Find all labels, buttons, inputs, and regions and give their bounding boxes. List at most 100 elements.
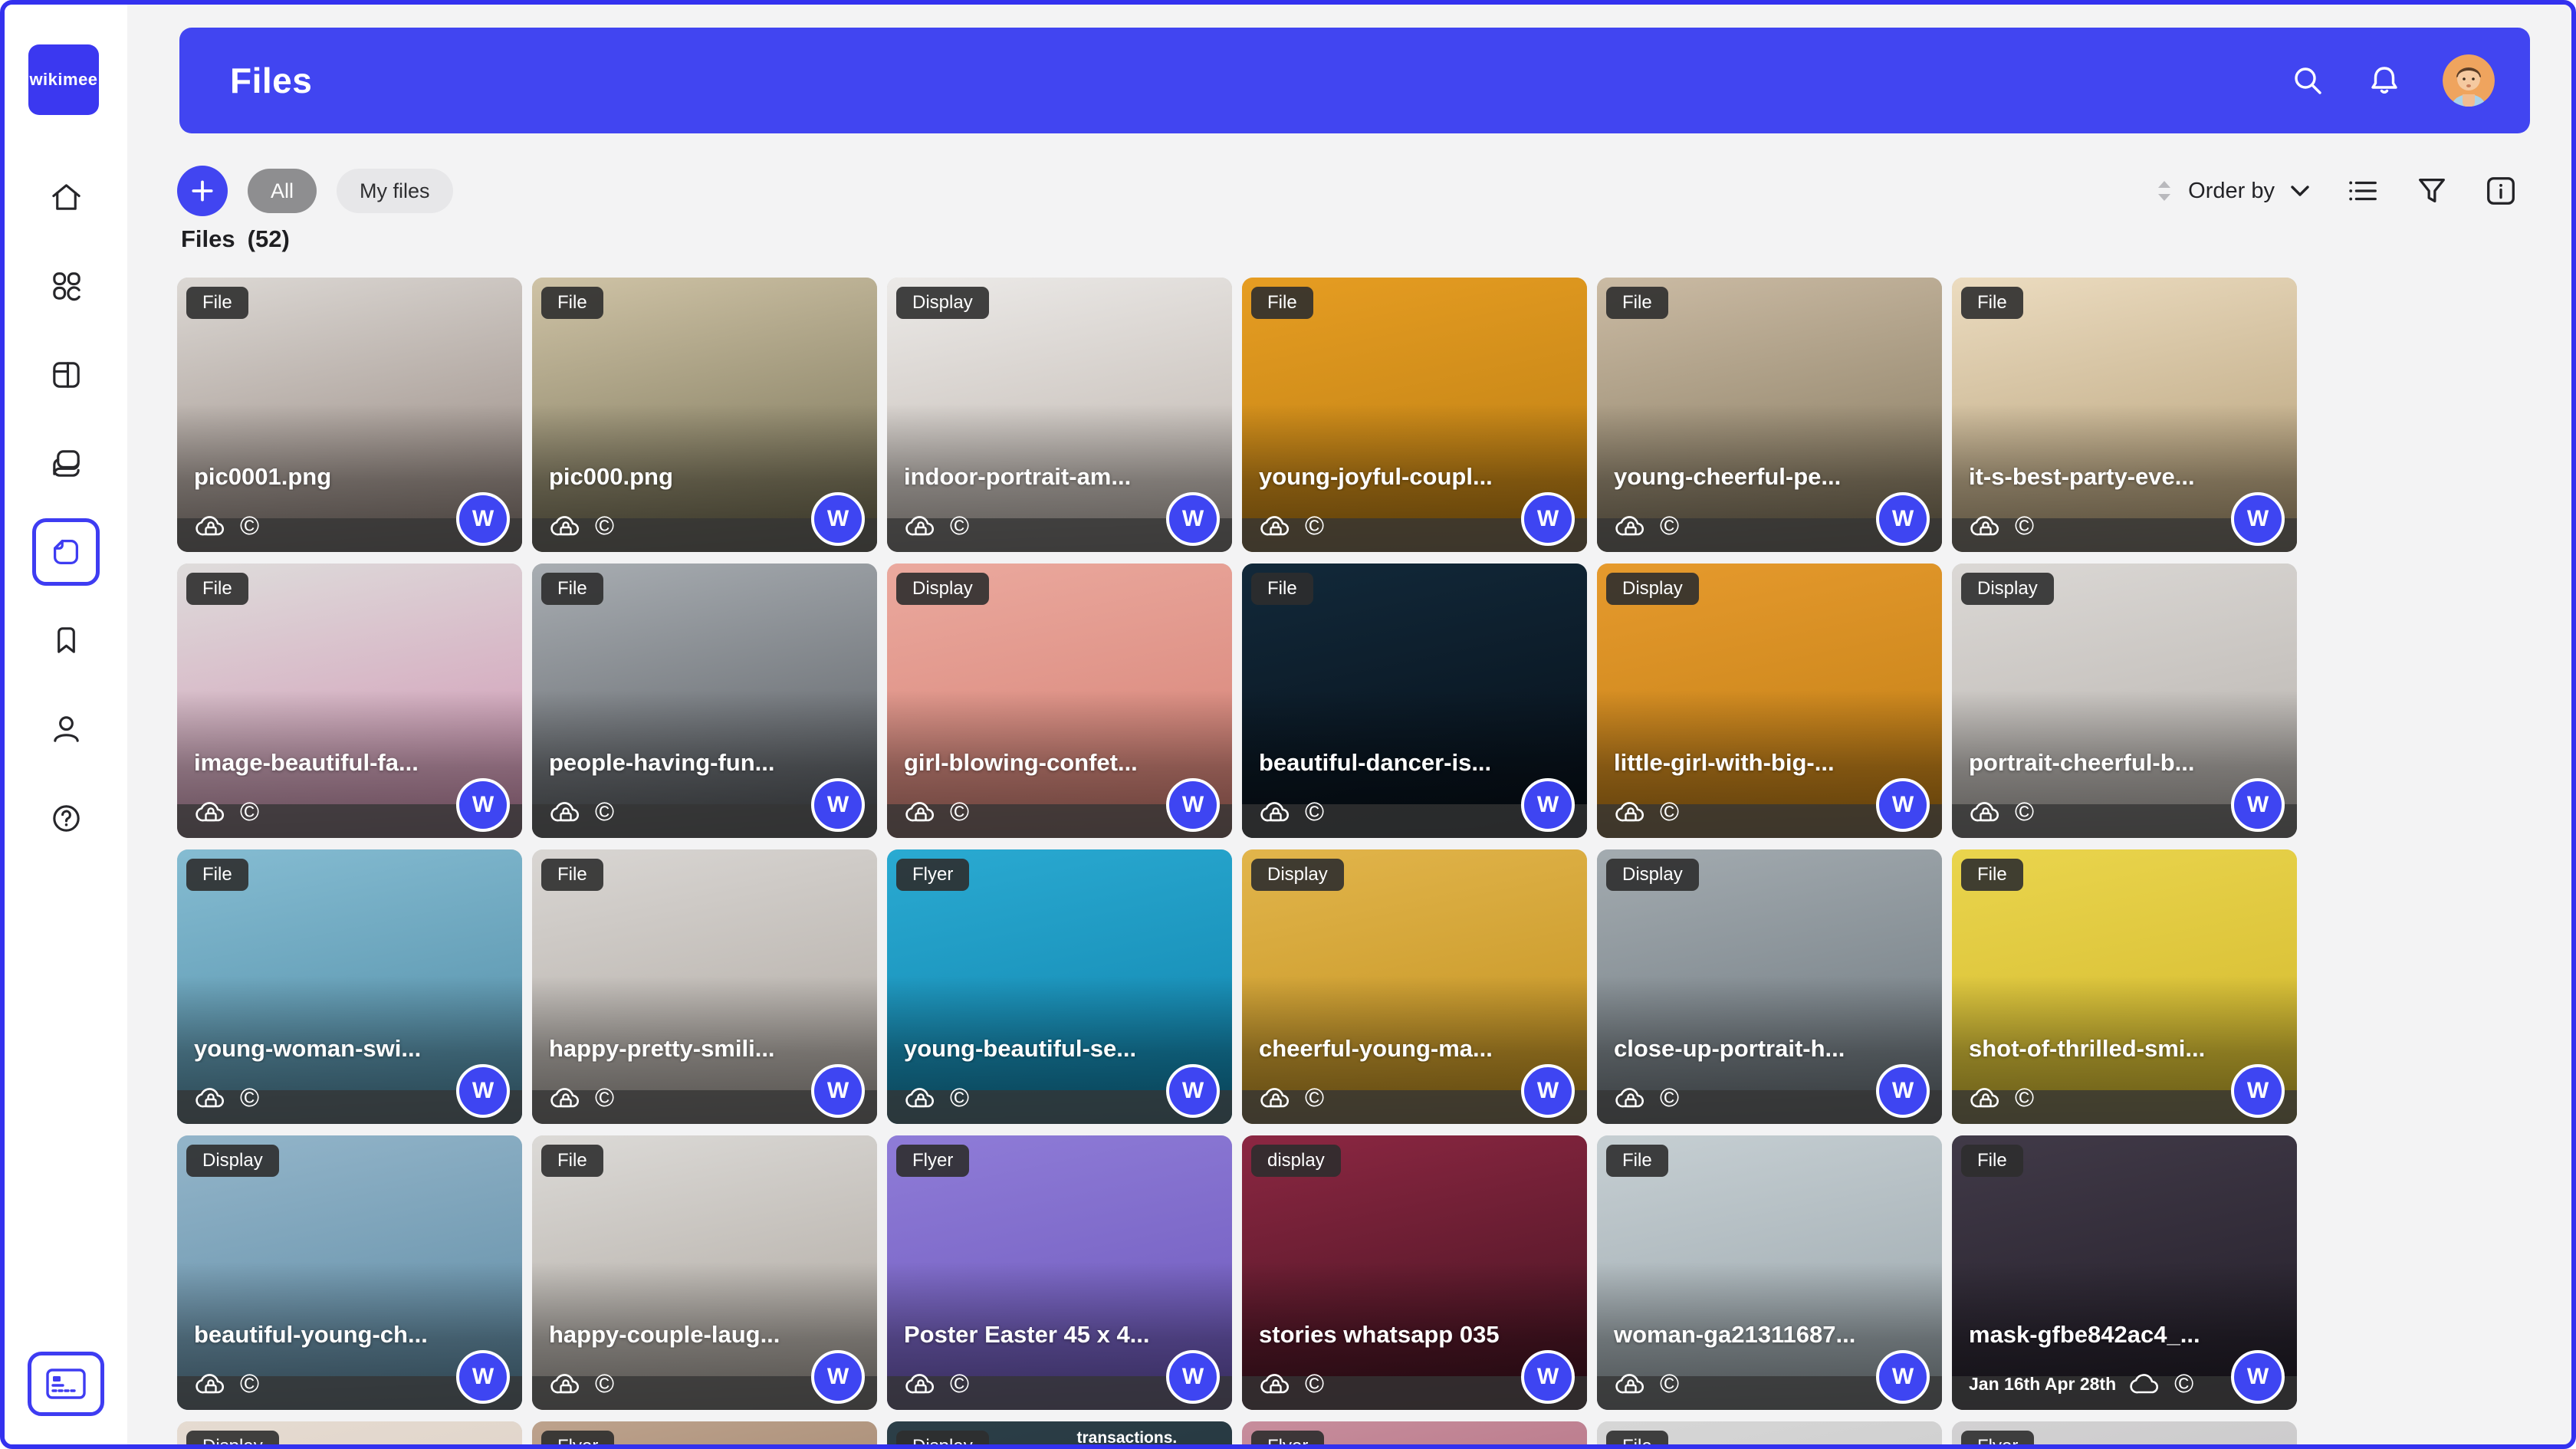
file-name: young-woman-swi... (194, 1035, 452, 1063)
sidebar-item-help[interactable] (5, 800, 127, 836)
file-card[interactable]: Display indoor-portrait-am... © W (887, 278, 1232, 552)
file-card[interactable]: File young-cheerful-pe... © W (1597, 278, 1942, 552)
lock-icon (206, 523, 216, 535)
file-card[interactable]: Display little-girl-with-big-... © W (1597, 564, 1942, 838)
file-name: mask-gfbe842ac4_... (1969, 1321, 2226, 1349)
file-type-badge: File (541, 1145, 603, 1177)
sidebar-item-templates[interactable] (5, 445, 127, 481)
workspace-w-badge: W (1166, 778, 1220, 832)
file-card[interactable]: File it-s-best-party-eve... © W (1952, 278, 2297, 552)
file-meta: © (1259, 512, 1324, 540)
chevron-down-icon (2288, 183, 2312, 199)
file-card[interactable]: Flyer Poster Easter 45 x 4... © W (887, 1135, 1232, 1410)
file-name: woman-ga21311687... (1614, 1321, 1871, 1349)
file-card[interactable]: Display girl-blowing-confet... © W (887, 564, 1232, 838)
sidebar-item-profile[interactable] (5, 711, 127, 748)
cloud-sync-icon (549, 798, 583, 826)
cloud-sync-icon (1969, 798, 2003, 826)
file-card[interactable]: Display cheerful-young-ma... © W (1242, 849, 1587, 1124)
file-card[interactable]: Display close-up-portrait-h... © W (1597, 849, 1942, 1124)
file-card[interactable]: Flyer © W (1952, 1421, 2297, 1449)
notifications-bell-icon[interactable] (2366, 62, 2403, 99)
card-icon (46, 1368, 86, 1399)
cloud-sync-icon (194, 512, 228, 540)
sidebar-bottom-card-button[interactable] (28, 1352, 104, 1416)
filter-chip-all[interactable]: All (248, 169, 317, 213)
file-card[interactable]: File happy-couple-laug... © W (532, 1135, 877, 1410)
plus-icon (187, 176, 218, 206)
file-card[interactable]: File mask-gfbe842ac4_... Jan 16th Apr 28… (1952, 1135, 2297, 1410)
file-type-badge: Flyer (896, 1145, 969, 1177)
lock-icon (916, 1095, 926, 1107)
file-card[interactable]: File young-joyful-coupl... © W (1242, 278, 1587, 552)
copyright-icon: © (240, 513, 259, 539)
files-count: Files (52) (181, 225, 290, 253)
file-card[interactable]: File beautiful-dancer-is... © W (1242, 564, 1587, 838)
info-icon[interactable] (2483, 173, 2518, 209)
sidebar-item-bookmarks[interactable] (5, 623, 127, 659)
file-type-badge: Display (896, 573, 989, 605)
copyright-icon: © (1305, 1085, 1324, 1111)
file-card[interactable]: Flyer © W (1242, 1421, 1587, 1449)
cloud-sync-icon (549, 1084, 583, 1112)
file-card[interactable]: Display © W (177, 1421, 522, 1449)
file-card[interactable]: Display beautiful-young-ch... © W (177, 1135, 522, 1410)
file-name: shot-of-thrilled-smi... (1969, 1035, 2226, 1063)
file-card[interactable]: File young-woman-swi... © W (177, 849, 522, 1124)
file-card[interactable]: transactions. Display © W (887, 1421, 1232, 1449)
file-meta: © (1614, 1370, 1679, 1398)
workspace-w-badge: W (1876, 492, 1930, 546)
copyright-icon: © (1660, 799, 1679, 825)
file-card[interactable]: File image-beautiful-fa... © W (177, 564, 522, 838)
file-meta: © (1259, 1084, 1324, 1112)
copyright-icon: © (595, 1085, 614, 1111)
user-avatar[interactable] (2443, 54, 2495, 107)
sidebar-item-home[interactable] (5, 179, 127, 215)
workspace-w-badge: W (1521, 1350, 1575, 1404)
list-view-icon[interactable] (2345, 173, 2380, 209)
logo[interactable]: wikimee (28, 44, 99, 115)
file-type-badge: File (1251, 287, 1313, 319)
search-icon[interactable] (2289, 62, 2326, 99)
lock-icon (561, 1381, 571, 1393)
cloud-sync-icon (904, 1370, 938, 1398)
workspace-w-badge: W (1166, 1064, 1220, 1118)
logo-text: wikimee (29, 70, 97, 90)
sidebar-item-layouts[interactable] (5, 356, 127, 393)
file-type-badge: Display (1606, 573, 1699, 605)
cloud-sync-icon (2128, 1370, 2162, 1398)
workspace-w-badge: W (1876, 778, 1930, 832)
file-card[interactable]: File pic0001.png © W (177, 278, 522, 552)
add-file-button[interactable] (177, 166, 228, 216)
filter-chip-my-files[interactable]: My files (337, 169, 453, 213)
copyright-icon: © (950, 799, 969, 825)
file-card[interactable]: File pic000.png © W (532, 278, 877, 552)
file-card[interactable]: File © W (1597, 1421, 1942, 1449)
sidebar-item-files-active[interactable] (32, 518, 100, 586)
sidebar-item-categories[interactable] (5, 268, 127, 304)
files-count-prefix: Files (181, 225, 235, 253)
file-card[interactable]: File happy-pretty-smili... © W (532, 849, 877, 1124)
file-card[interactable]: Flyer young-beautiful-se... © W (887, 849, 1232, 1124)
file-card[interactable]: File shot-of-thrilled-smi... © W (1952, 849, 2297, 1124)
file-meta: Jan 16th Apr 28th © (1969, 1370, 2193, 1398)
order-by-dropdown[interactable]: Order by (2154, 178, 2312, 204)
copyright-icon: © (240, 1371, 259, 1397)
file-card[interactable]: File woman-ga21311687... © W (1597, 1135, 1942, 1410)
file-meta: © (1969, 512, 2034, 540)
file-meta: © (904, 1084, 969, 1112)
file-card[interactable]: File people-having-fun... © W (532, 564, 877, 838)
filter-funnel-icon[interactable] (2414, 173, 2450, 209)
copyright-icon: © (950, 1085, 969, 1111)
file-card[interactable]: Display portrait-cheerful-b... © W (1952, 564, 2297, 838)
copy-icon (48, 445, 84, 481)
categories-icon (48, 268, 84, 304)
file-type-badge: display (1251, 1145, 1341, 1177)
file-name: people-having-fun... (549, 749, 807, 777)
workspace-w-badge: W (1521, 778, 1575, 832)
workspace-w-badge: W (811, 778, 865, 832)
file-card[interactable]: Flyer © W (532, 1421, 877, 1449)
file-card[interactable]: display stories whatsapp 035 © W (1242, 1135, 1587, 1410)
workspace-w-badge: W (1521, 492, 1575, 546)
workspace-w-badge: W (456, 1064, 510, 1118)
